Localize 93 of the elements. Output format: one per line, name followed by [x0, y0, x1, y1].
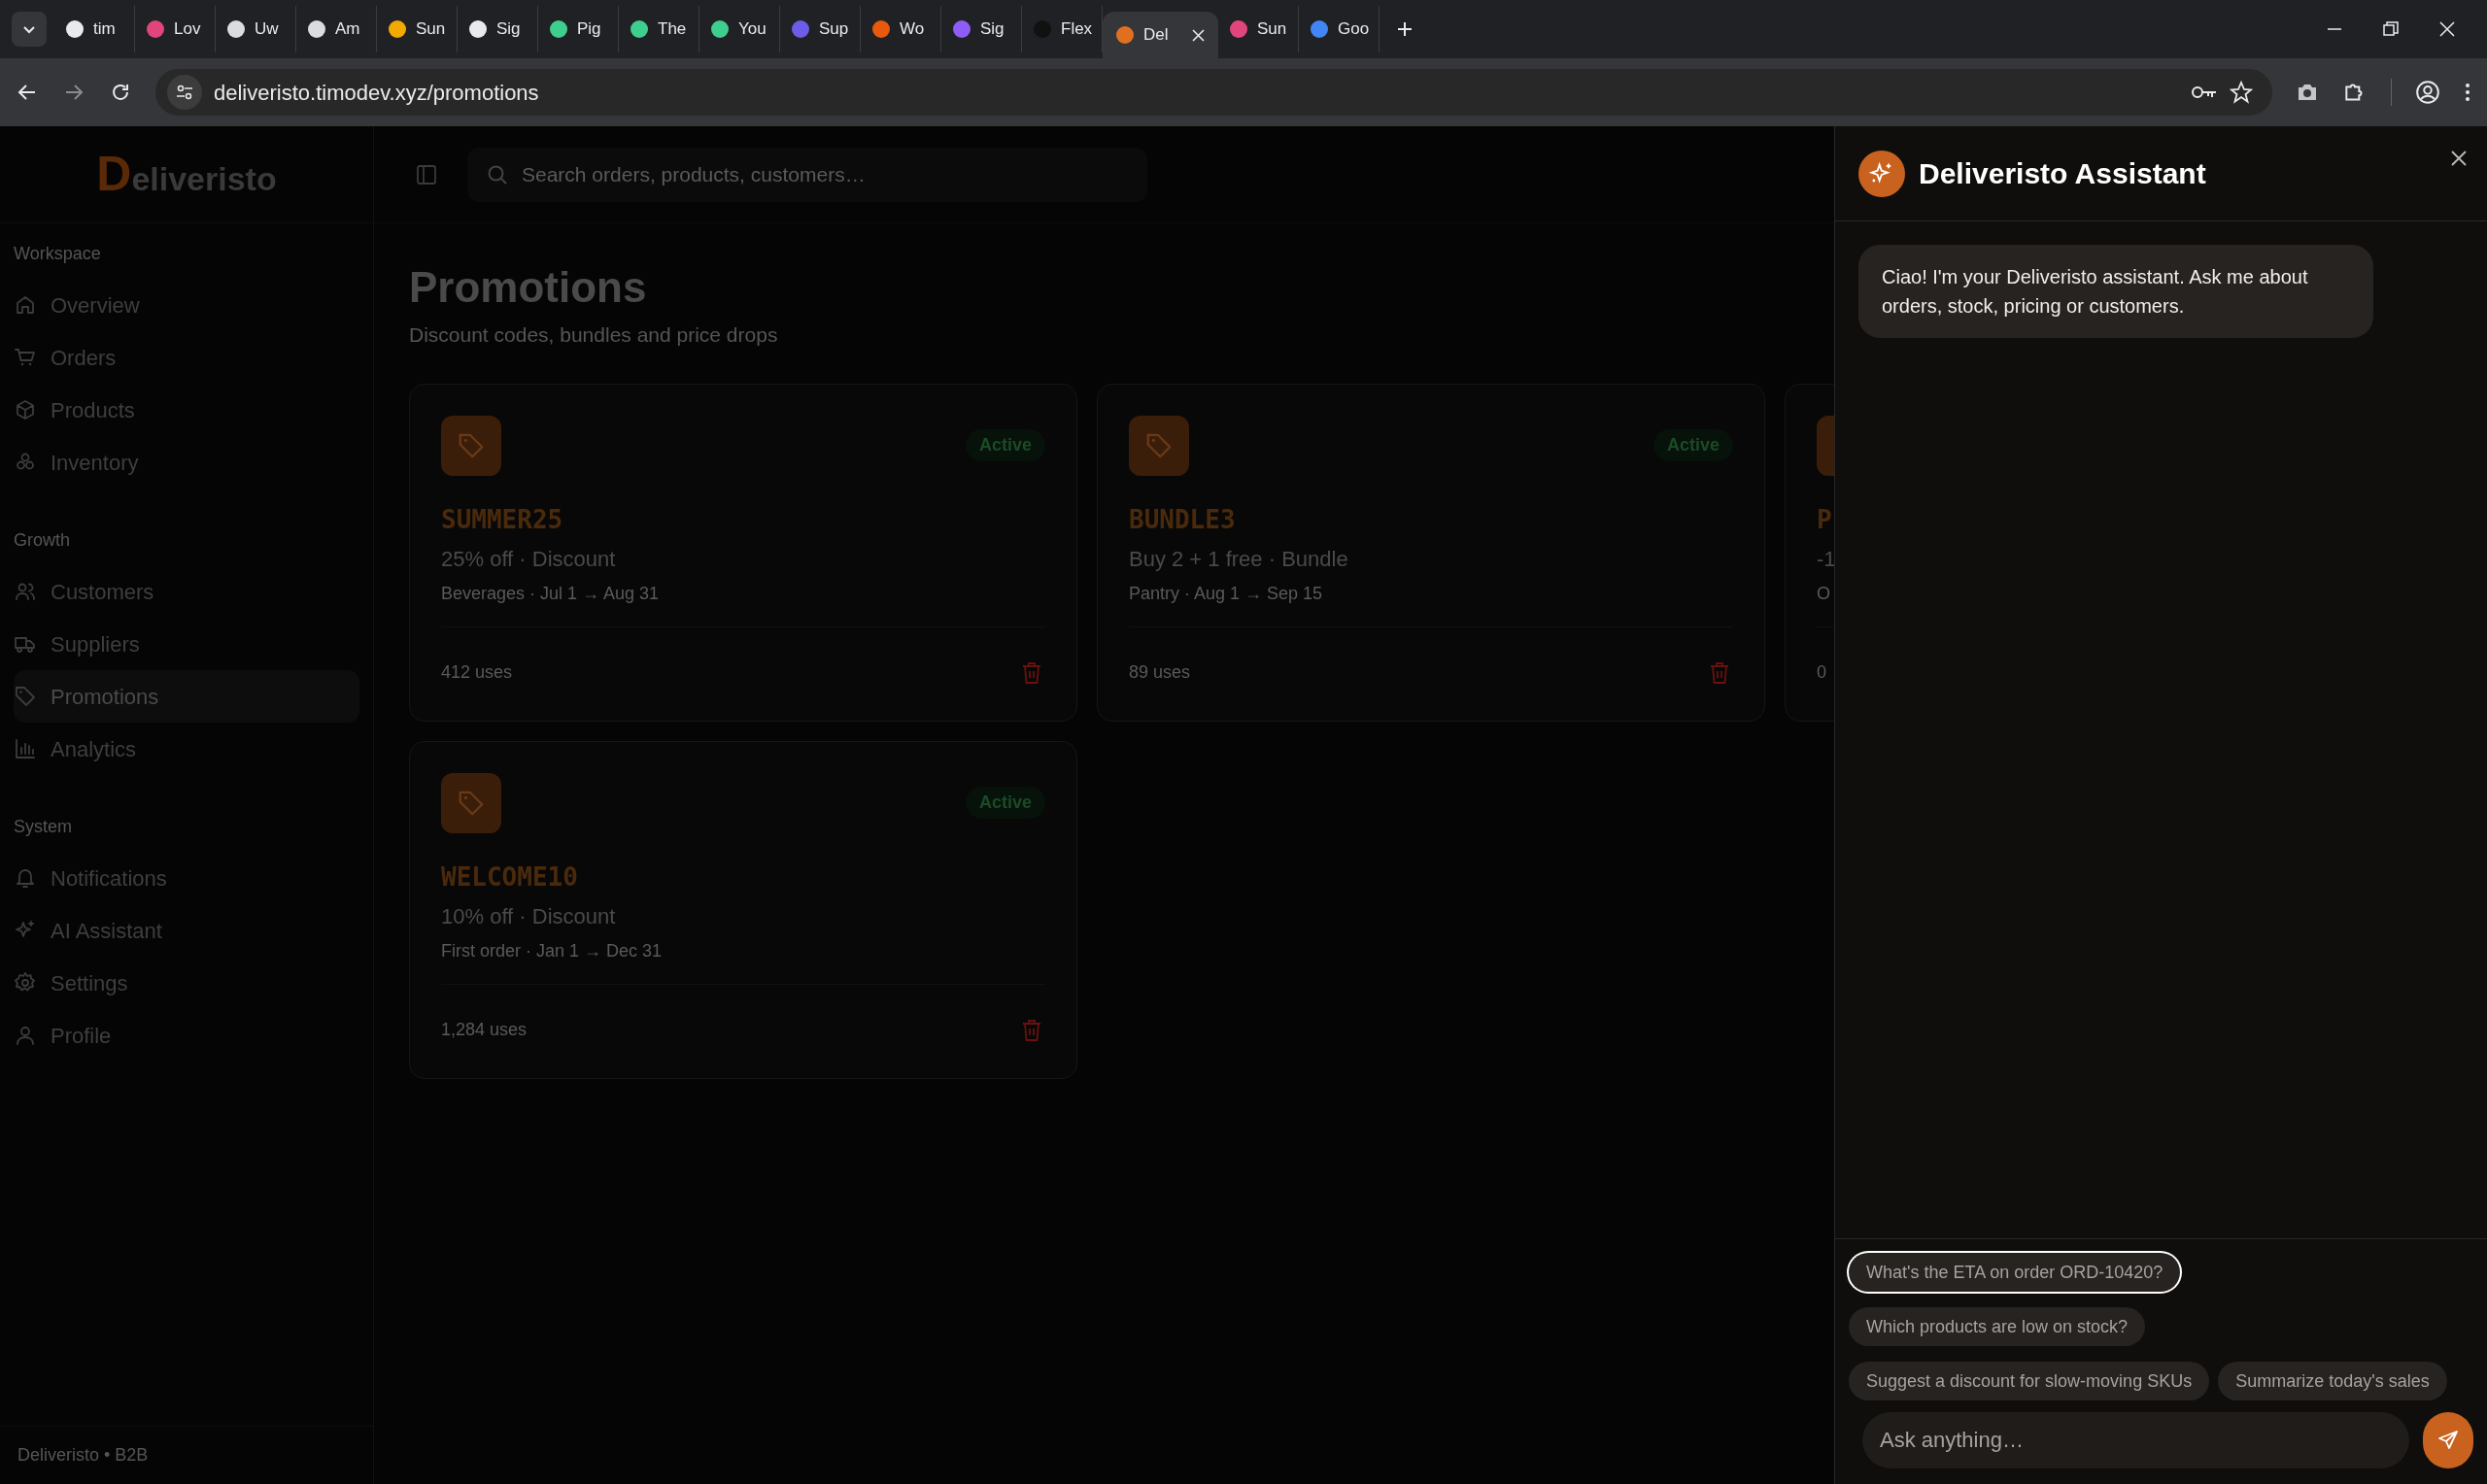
browser-tab[interactable]: Del [1103, 12, 1218, 58]
browser-tab[interactable]: tim [54, 6, 135, 52]
profile-icon[interactable] [2415, 80, 2440, 105]
tab-title: Sig [980, 18, 1005, 41]
status-badge: Active [1652, 428, 1733, 461]
tab-title: Flex [1061, 18, 1093, 41]
address-bar[interactable]: deliveristo.timodev.xyz/promotions [155, 69, 2272, 116]
browser-tab[interactable]: Am [296, 6, 377, 52]
tab-title: Sig [496, 18, 521, 41]
bell-icon [14, 866, 37, 890]
browser-tab[interactable]: Sup [780, 6, 861, 52]
uses-count: 412 uses [441, 661, 513, 684]
sidebar-toggle-icon[interactable] [415, 162, 438, 186]
search-icon [487, 163, 508, 186]
bar-chart-icon [14, 737, 37, 760]
browser-tab[interactable]: Wo [861, 6, 941, 52]
message-input[interactable]: Ask anything… [1862, 1412, 2409, 1468]
footer-text: Deliveristo • B2B [17, 1444, 149, 1467]
tag-icon [441, 772, 501, 833]
user-icon [14, 1024, 37, 1047]
tab-title: Am [335, 18, 360, 41]
close-icon [2450, 150, 2468, 167]
browser-tab[interactable]: Sig [458, 6, 538, 52]
promo-meta: O [1817, 582, 1831, 605]
tab-list-button[interactable] [12, 12, 47, 47]
browser-tab[interactable]: Uw [216, 6, 296, 52]
url-text: deliveristo.timodev.xyz/promotions [214, 79, 539, 107]
uses-count: 0 [1817, 661, 1826, 684]
tab-title: Uw [255, 18, 279, 41]
close-icon[interactable] [2438, 20, 2456, 38]
section-label: System [14, 816, 72, 838]
restore-icon[interactable] [2382, 20, 2400, 38]
tab-title: Lov [174, 18, 201, 41]
tab-title: tim [93, 18, 116, 41]
trash-icon [1021, 660, 1042, 685]
trash-icon [1709, 660, 1730, 685]
section-label: Workspace [14, 243, 101, 265]
site-settings-icon[interactable] [175, 83, 194, 102]
promo-meta: First order · Jan 1 → Dec 31 [441, 939, 664, 962]
promo-code: WELCOME10 [441, 860, 579, 894]
tag-icon [441, 415, 501, 476]
promo-code: BUNDLE3 [1129, 503, 1237, 536]
uses-count: 1,284 uses [441, 1019, 528, 1041]
tab-title: Pig [577, 18, 601, 41]
promo-code: SUMMER25 [441, 503, 564, 536]
assistant-message: Ciao! I'm your Deliveristo assistant. Ask me about orders, stock, pricing or customers. [1858, 245, 2373, 338]
page-title: Promotions [409, 262, 647, 313]
browser-tab[interactable]: Lov [135, 6, 216, 52]
plus-icon [1396, 20, 1414, 38]
uses-count: 89 uses [1129, 661, 1191, 684]
page-subtitle: Discount codes, bundles and price drops [409, 322, 778, 348]
tab-title: Sun [416, 18, 446, 41]
suggestion-chip[interactable]: Which products are low on stock? [1849, 1307, 2146, 1346]
suggestion-chip[interactable]: Summarize today's sales [2218, 1362, 2447, 1400]
tab-title: Goo [1338, 18, 1370, 41]
promo-detail: Buy 2 + 1 free · Bundle [1129, 545, 1349, 573]
tag-icon [14, 685, 37, 708]
browser-tab[interactable]: Goo [1299, 6, 1380, 52]
box-icon [14, 398, 37, 422]
trash-icon [1021, 1018, 1042, 1042]
send-icon [2436, 1429, 2460, 1452]
promo-meta: Pantry · Aug 1 → Sep 15 [1129, 582, 1324, 605]
promo-meta: Beverages · Jul 1 → Aug 31 [441, 582, 661, 605]
browser-tab[interactable]: Pig [538, 6, 619, 52]
suggestion-chip[interactable]: What's the ETA on order ORD-10420? [1849, 1253, 2181, 1292]
send-button[interactable] [2423, 1412, 2473, 1468]
tab-title: Wo [900, 18, 925, 41]
suggestion-chip[interactable]: Suggest a discount for slow-moving SKUs [1849, 1362, 2210, 1400]
section-label: Growth [14, 529, 71, 552]
more-icon[interactable] [2464, 81, 2471, 104]
close-icon[interactable] [1192, 28, 1205, 42]
home-icon [14, 293, 37, 317]
promo-detail: -1 [1817, 545, 1837, 573]
assistant-title: Deliveristo Assistant [1919, 156, 2206, 191]
promo-detail: 25% off · Discount [441, 545, 617, 573]
browser-tab[interactable]: Sun [1218, 6, 1299, 52]
search-field[interactable]: Search orders, products, customers… [467, 147, 1147, 202]
promo-code: P [1817, 503, 1833, 536]
tab-title: You [738, 18, 767, 41]
browser-tab[interactable]: Sun [377, 6, 458, 52]
tab-title: The [658, 18, 687, 41]
logo: Deliveristo [96, 146, 277, 203]
browser-tab[interactable]: You [699, 6, 780, 52]
browser-tab[interactable]: Sig [941, 6, 1022, 52]
browser-tab[interactable]: The [619, 6, 699, 52]
status-badge: Active [965, 428, 1045, 461]
bookmark-star-icon[interactable] [2230, 81, 2253, 104]
tag-icon [1129, 415, 1189, 476]
tab-title: Del [1143, 24, 1170, 47]
tab-title: Sun [1257, 18, 1287, 41]
tab-title: Sup [819, 18, 849, 41]
promo-detail: 10% off · Discount [441, 902, 617, 930]
status-badge: Active [965, 786, 1045, 819]
